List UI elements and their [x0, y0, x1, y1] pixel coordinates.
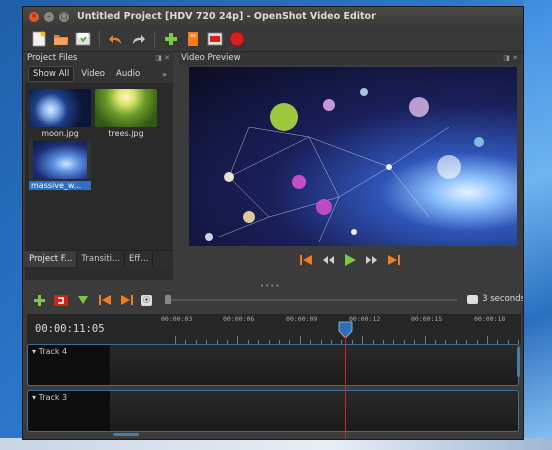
ruler-label: 00:00:18 [474, 315, 506, 323]
zoom-slider-track[interactable] [167, 299, 457, 301]
filter-show-all[interactable]: Show All [28, 66, 75, 82]
video-canvas [189, 67, 517, 246]
tab-project-files[interactable]: Project F... [25, 251, 78, 267]
open-project-icon[interactable] [53, 31, 69, 47]
file-name: massive_w... [29, 181, 91, 190]
video-frame-graphic [205, 88, 484, 243]
ruler-tick [175, 336, 176, 344]
current-time-display: 00:00:11:05 [35, 323, 105, 335]
ruler-tick [424, 336, 426, 344]
track-header[interactable]: ▾ Track 3 [28, 391, 110, 431]
ruler-label: 00:00:09 [286, 315, 318, 323]
window-close-button[interactable]: × [29, 11, 39, 22]
tab-effects[interactable]: Eff... [125, 251, 154, 267]
import-files-icon[interactable] [163, 31, 179, 47]
zoom-slider-handle[interactable] [165, 295, 171, 304]
left-panel-tabs: Project F... Transiti... Eff... [25, 250, 173, 267]
ruler-tick [487, 336, 488, 344]
desktop-background [523, 0, 552, 450]
project-files-header: Project Files ◨ ✕ [25, 52, 173, 65]
jump-end-icon[interactable] [387, 254, 401, 266]
file-name: moon.jpg [41, 129, 79, 138]
zoom-level-label: 3 seconds [482, 294, 524, 304]
timeline-horizontal-scrollbar[interactable] [113, 433, 139, 436]
title-bar: × – □ Untitled Project [HDV 720 24p] - O… [23, 7, 523, 26]
track-row[interactable]: ▾ Track 3 [27, 390, 519, 432]
track-header[interactable]: ▾ Track 4 [28, 345, 110, 385]
play-icon[interactable] [343, 253, 357, 267]
ruler-label: 00:00:15 [411, 315, 443, 323]
track-name: ▾ Track 3 [32, 393, 68, 402]
panel-float-close-icon[interactable]: ◨ ✕ [503, 52, 518, 65]
ruler-tick [237, 336, 239, 344]
add-marker-icon[interactable] [75, 292, 91, 308]
snapping-toggle-icon[interactable] [53, 292, 69, 308]
zoom-level: 3 seconds [467, 294, 524, 304]
ruler-tick [362, 336, 364, 344]
save-project-icon[interactable] [75, 31, 91, 47]
track-body[interactable] [110, 345, 518, 385]
ruler-label: 00:00:06 [223, 315, 255, 323]
window-maximize-button[interactable]: □ [59, 11, 69, 22]
file-item-selected[interactable]: massive_w... [29, 141, 91, 190]
center-timeline-icon[interactable]: ⦿ [141, 294, 152, 306]
timeline-ruler[interactable]: 00:00:11:05 00:00:03 00:00:06 00:00:09 0… [27, 314, 521, 344]
file-name: trees.jpg [108, 129, 144, 138]
tab-transitions[interactable]: Transiti... [77, 251, 126, 267]
timeline-vertical-scrollbar[interactable] [517, 347, 520, 377]
video-preview-header: Video Preview ◨ ✕ [179, 52, 521, 65]
ruler-tick [518, 340, 520, 344]
fullscreen-icon[interactable] [207, 31, 223, 47]
redo-icon[interactable] [130, 31, 146, 47]
track-body[interactable] [110, 391, 518, 431]
file-thumbnail [95, 89, 157, 127]
file-grid: moon.jpg trees.jpg massive_w... [25, 83, 173, 250]
ruler-label: 00:00:03 [161, 315, 193, 323]
video-preview-panel: Video Preview ◨ ✕ [179, 52, 521, 280]
previous-marker-icon[interactable] [97, 292, 113, 308]
file-item[interactable]: moon.jpg [29, 89, 91, 138]
next-marker-icon[interactable] [119, 292, 135, 308]
track-name: ▾ Track 4 [32, 347, 68, 356]
playhead-line [345, 334, 346, 439]
track-row[interactable]: ▾ Track 4 [27, 344, 519, 386]
more-filters-icon[interactable]: » [162, 70, 167, 79]
ruler-tick [299, 336, 301, 344]
panel-float-close-icon[interactable]: ◨ ✕ [155, 52, 170, 65]
toolbar-separator [154, 31, 155, 47]
openshot-window: × – □ Untitled Project [HDV 720 24p] - O… [22, 6, 524, 440]
timeline-toolbar: ⦿ 3 seconds [23, 291, 524, 309]
project-files-title: Project Files [27, 53, 78, 63]
add-track-icon[interactable] [31, 292, 47, 308]
ruler-label: 00:00:12 [349, 315, 381, 323]
filter-audio[interactable]: Audio [112, 67, 144, 81]
fast-forward-icon[interactable] [365, 254, 379, 266]
panel-splitter-handle[interactable]: •••• [260, 282, 281, 290]
file-thumbnail [29, 89, 91, 127]
new-project-icon[interactable] [31, 31, 47, 47]
file-filter-tabs: Show All Video Audio » [25, 65, 173, 83]
jump-start-icon[interactable] [299, 254, 313, 266]
export-video-icon[interactable] [229, 31, 245, 47]
zoom-icon [467, 294, 479, 304]
filter-video[interactable]: Video [77, 67, 109, 81]
window-minimize-button[interactable]: – [44, 11, 54, 22]
undo-icon[interactable] [108, 31, 124, 47]
project-files-panel: Project Files ◨ ✕ Show All Video Audio »… [25, 52, 173, 280]
playback-controls [179, 249, 521, 271]
main-toolbar [23, 27, 523, 52]
profile-icon[interactable] [185, 31, 201, 47]
window-title: Untitled Project [HDV 720 24p] - OpenSho… [77, 11, 376, 22]
video-preview-title: Video Preview [181, 53, 241, 63]
toolbar-separator [99, 31, 100, 47]
rewind-icon[interactable] [321, 254, 335, 266]
file-thumbnail [29, 141, 91, 179]
file-item[interactable]: trees.jpg [95, 89, 157, 138]
